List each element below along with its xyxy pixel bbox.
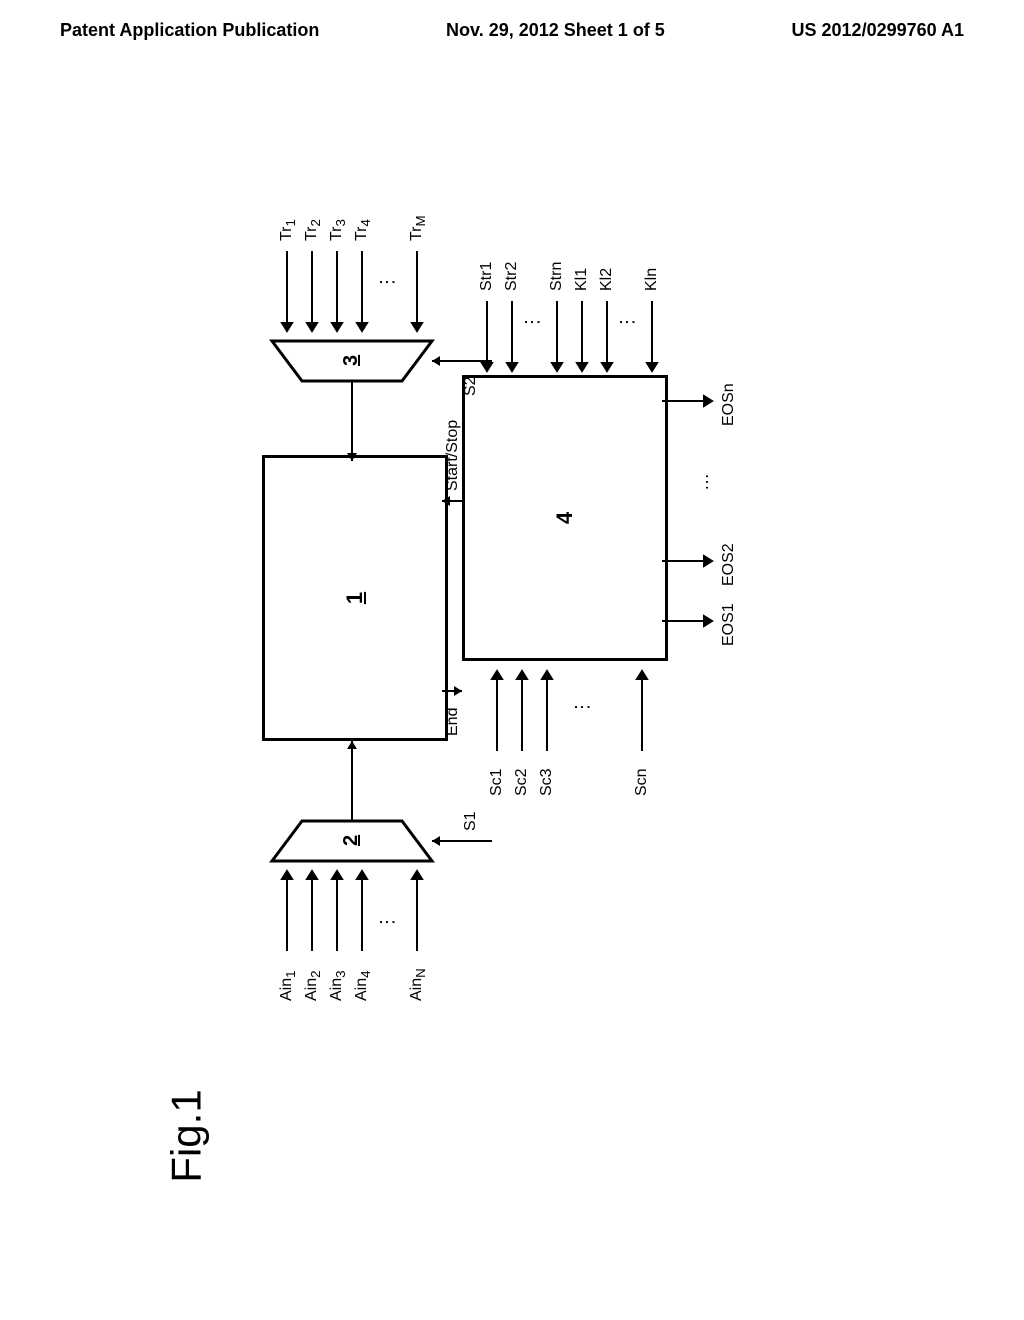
startstop-label: Start/Stop xyxy=(444,420,462,491)
block-2-label: 2 xyxy=(340,835,362,846)
block-1-label: 1 xyxy=(342,592,368,604)
ain-arrows xyxy=(272,856,432,951)
block-4-label: 4 xyxy=(552,512,578,524)
ain-dots: ⋮ xyxy=(377,911,398,931)
str-kl-arrows xyxy=(472,286,662,381)
s1-arrow xyxy=(422,831,502,851)
tr4-label: Tr4 xyxy=(353,219,373,241)
sc3-label: Sc3 xyxy=(538,768,556,796)
kl2-label: Kl2 xyxy=(598,268,616,291)
str1-label: Str1 xyxy=(478,262,496,291)
header-right: US 2012/0299760 A1 xyxy=(792,20,964,41)
ainn-label: AinN xyxy=(408,968,428,1001)
mux-2: 2 xyxy=(272,751,432,861)
trm-label: TrM xyxy=(408,215,428,241)
eos1-label: EOS1 xyxy=(720,603,738,646)
block-1: 1 xyxy=(262,455,448,741)
tr-arrows xyxy=(272,246,432,341)
sc-dots: ⋮ xyxy=(572,696,593,716)
header-center: Nov. 29, 2012 Sheet 1 of 5 xyxy=(446,20,665,41)
startstop-arrow xyxy=(442,491,472,511)
kln-label: Kln xyxy=(643,268,661,291)
diagram: 1 4 2 3 Ain1 Ain2 Ain3 Ain4 ⋮ AinN xyxy=(62,291,962,891)
tr3-label: Tr3 xyxy=(328,219,348,241)
sc2-label: Sc2 xyxy=(513,768,531,796)
tr-dots: ⋮ xyxy=(377,271,398,291)
eos-dots: … xyxy=(692,471,713,491)
kl-dots: ⋮ xyxy=(617,311,638,331)
ain3-label: Ain3 xyxy=(328,970,348,1001)
end-arrow xyxy=(442,681,472,701)
header-left: Patent Application Publication xyxy=(60,20,319,41)
ain4-label: Ain4 xyxy=(353,970,373,1001)
tr1-label: Tr1 xyxy=(278,219,298,241)
block-3-label: 3 xyxy=(340,355,362,366)
str-dots: ⋮ xyxy=(522,311,543,331)
tr2-label: Tr2 xyxy=(303,219,323,241)
strn-label: Strn xyxy=(548,262,566,291)
ain1-label: Ain1 xyxy=(278,970,298,1001)
ain2-label: Ain2 xyxy=(303,970,323,1001)
kl1-label: Kl1 xyxy=(573,268,591,291)
eosn-label: EOSn xyxy=(720,383,738,426)
end-label: End xyxy=(444,708,462,736)
block-4: 4 xyxy=(462,375,668,661)
s1-label: S1 xyxy=(462,811,480,831)
figure-label: Fig.1 xyxy=(163,1089,211,1182)
mux-3: 3 xyxy=(272,341,432,451)
eos2-label: EOS2 xyxy=(720,543,738,586)
scn-label: Scn xyxy=(633,768,651,796)
str2-label: Str2 xyxy=(503,262,521,291)
sc1-label: Sc1 xyxy=(488,768,506,796)
